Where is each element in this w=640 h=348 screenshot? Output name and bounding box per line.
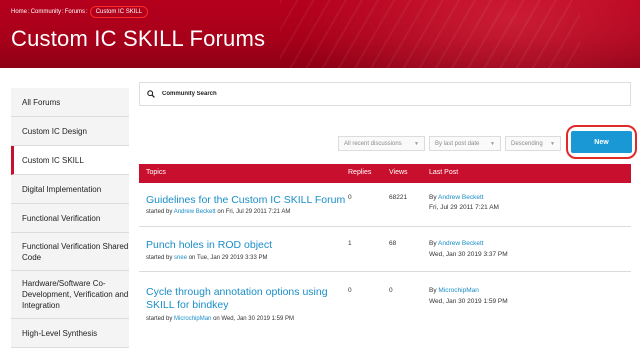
search-input[interactable]: [162, 91, 562, 97]
replies-count: 1: [348, 240, 352, 247]
sidebar-item-custom-ic-design[interactable]: Custom IC Design: [11, 117, 129, 146]
header-views: Views: [389, 169, 408, 176]
sidebar-item-custom-ic-skill[interactable]: Custom IC SKILL: [11, 146, 129, 175]
sort-by-select[interactable]: By last post date ▼: [429, 136, 501, 151]
last-by-label: By: [429, 287, 437, 294]
sidebar-item-hardware-software-co-development[interactable]: Hardware/Software Co-Development, Verifi…: [11, 271, 129, 319]
last-post-date: Wed, Jan 30 2019 3:37 PM: [429, 251, 508, 258]
chevron-down-icon: ▼: [550, 140, 555, 147]
last-post-date: Fri, Jul 29 2011 7:21 AM: [429, 204, 499, 211]
topic-started-by: started by Andrew Beckett on Fri, Jul 29…: [146, 209, 290, 215]
views-count: 68221: [389, 194, 408, 201]
sidebar-item-all-forums[interactable]: All Forums: [11, 88, 129, 117]
started-date: on Wed, Jan 30 2019 1:59 PM: [213, 316, 295, 322]
chevron-down-icon: ▼: [414, 140, 419, 147]
topic-title-link[interactable]: Guidelines for the Custom IC SKILL Forum: [146, 194, 345, 207]
discussions-filter-select[interactable]: All recent discussions ▼: [338, 136, 425, 151]
last-post-date: Wed, Jan 30 2019 1:59 PM: [429, 298, 508, 305]
breadcrumb-community[interactable]: Community: [31, 9, 61, 15]
last-post-by: By Andrew Beckett: [429, 240, 484, 247]
topic-title-line: Cycle through annotation options using: [146, 286, 328, 298]
header-topics: Topics: [146, 169, 166, 176]
breadcrumb-forums[interactable]: Forums: [65, 9, 85, 15]
views-count: 0: [389, 287, 393, 294]
breadcrumb-separator: :: [86, 9, 88, 15]
sidebar-item-digital-implementation[interactable]: Digital Implementation: [11, 175, 129, 204]
started-user-link[interactable]: snee: [174, 255, 187, 261]
sidebar-item-high-level-synthesis[interactable]: High-Level Synthesis: [11, 319, 129, 348]
community-search[interactable]: [139, 82, 631, 106]
header-replies: Replies: [348, 169, 372, 176]
chevron-down-icon: ▼: [490, 140, 495, 147]
breadcrumb-current: Custom IC SKILL: [89, 6, 149, 18]
order-select[interactable]: Descending ▼: [505, 136, 561, 151]
table-row: Cycle through annotation options using S…: [139, 273, 631, 333]
views-count: 68: [389, 240, 397, 247]
sidebar-item-functional-verification[interactable]: Functional Verification: [11, 204, 129, 233]
sidebar: All Forums Custom IC Design Custom IC SK…: [11, 88, 129, 348]
replies-count: 0: [348, 287, 352, 294]
last-post-by: By Andrew Beckett: [429, 194, 484, 201]
sort-by-value: By last post date: [435, 140, 480, 147]
topic-started-by: started by snee on Tue, Jan 29 2019 3:33…: [146, 255, 267, 261]
breadcrumb-separator: :: [28, 9, 30, 15]
page-title: Custom IC SKILL Forums: [11, 26, 266, 51]
table-row: Guidelines for the Custom IC SKILL Forum…: [139, 183, 631, 227]
topic-title-link[interactable]: Punch holes in ROD object: [146, 239, 272, 252]
started-date: on Tue, Jan 29 2019 3:33 PM: [188, 255, 268, 261]
topic-title-line: SKILL for bindkey: [146, 299, 229, 311]
search-icon: [147, 90, 155, 98]
last-by-label: By: [429, 240, 437, 247]
topic-title-link[interactable]: Cycle through annotation options using S…: [146, 286, 328, 312]
started-by-label: started by: [146, 316, 173, 322]
last-post-user-link[interactable]: Andrew Beckett: [438, 194, 484, 201]
last-post-user-link[interactable]: Andrew Beckett: [438, 240, 484, 247]
replies-count: 0: [348, 194, 352, 201]
started-user-link[interactable]: MicrochipMan: [174, 316, 211, 322]
breadcrumb-separator: :: [62, 9, 64, 15]
started-by-label: started by: [146, 255, 173, 261]
discussions-filter-value: All recent discussions: [344, 140, 402, 147]
last-post-user-link[interactable]: MicrochipMan: [438, 287, 478, 294]
started-user-link[interactable]: Andrew Beckett: [174, 209, 216, 215]
breadcrumb: Home : Community : Forums : Custom IC SK…: [11, 6, 149, 18]
header-banner: Home : Community : Forums : Custom IC SK…: [0, 0, 640, 68]
started-by-label: started by: [146, 209, 173, 215]
topic-started-by: started by MicrochipMan on Wed, Jan 30 2…: [146, 316, 294, 322]
topics-table-header: Topics Replies Views Last Post: [139, 164, 631, 183]
order-value: Descending: [511, 140, 543, 147]
table-row: Punch holes in ROD object started by sne…: [139, 228, 631, 272]
main-content: All Forums Custom IC Design Custom IC SK…: [0, 68, 640, 348]
breadcrumb-home[interactable]: Home: [11, 9, 27, 15]
new-topic-button[interactable]: New: [571, 131, 632, 153]
header-last-post: Last Post: [429, 169, 459, 176]
started-date: on Fri, Jul 29 2011 7:21 AM: [217, 209, 291, 215]
last-by-label: By: [429, 194, 437, 201]
sidebar-item-functional-verification-shared-code[interactable]: Functional Verification Shared Code: [11, 233, 129, 271]
last-post-by: By MicrochipMan: [429, 287, 479, 294]
